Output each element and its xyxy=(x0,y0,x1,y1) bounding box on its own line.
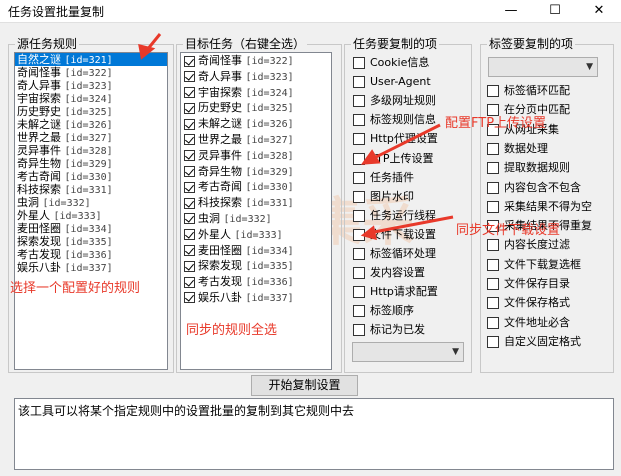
annotation-arrows xyxy=(138,33,454,241)
arrow-head-source xyxy=(138,43,156,60)
arrow-download xyxy=(373,215,454,234)
annotation-download: 同步文件下载设置 xyxy=(456,223,561,238)
annotation-select-rule: 选择一个配置好的规则 xyxy=(10,281,141,296)
arrow-head-download xyxy=(360,225,377,241)
arrow-ftp xyxy=(373,123,441,160)
arrow-head-ftp xyxy=(360,149,381,165)
annotation-sync-all: 同步的规则全选 xyxy=(186,323,278,338)
annotation-ftp: 配置FTP上传设置 xyxy=(445,116,547,131)
